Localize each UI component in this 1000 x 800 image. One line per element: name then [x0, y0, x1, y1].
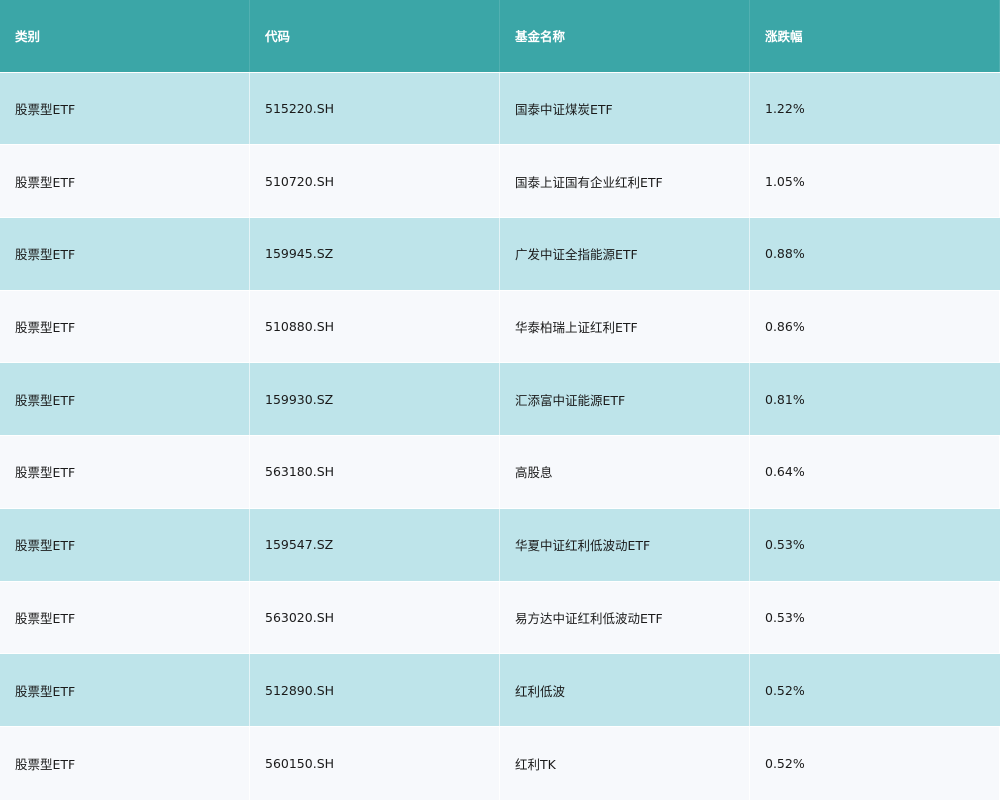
table-header-row: 类别 代码 基金名称 涨跌幅 [0, 0, 1000, 73]
cell-fund-name: 易方达中证红利低波动ETF [500, 581, 750, 654]
table-row[interactable]: 股票型ETF 515220.SH 国泰中证煤炭ETF 1.22% [0, 72, 1000, 146]
cell-category: 股票型ETF [0, 363, 250, 436]
table-row[interactable]: 股票型ETF 563180.SH 高股息 0.64% [0, 436, 1000, 509]
etf-table: 类别 代码 基金名称 涨跌幅 股票型ETF 515220.SH 国泰中证煤炭ET… [0, 0, 1000, 800]
cell-change: 1.22% [765, 101, 805, 117]
cell-fund-name: 国泰上证国有企业红利ETF [500, 145, 750, 218]
cell-change: 0.53% [765, 537, 805, 553]
table-row[interactable]: 股票型ETF 510880.SH 华泰柏瑞上证红利ETF 0.86% [0, 290, 1000, 364]
table-row[interactable]: 股票型ETF 560150.SH 红利TK 0.52% [0, 726, 1000, 800]
cell-category: 股票型ETF [0, 436, 250, 508]
cell-code: 159945.SZ [250, 218, 500, 290]
cell-change: 0.86% [750, 290, 1000, 363]
cell-category: 股票型ETF [0, 290, 250, 363]
cell-code: 159547.SZ [250, 508, 500, 581]
cell-code: 563180.SH [250, 436, 500, 508]
table-row[interactable]: 股票型ETF 159945.SZ 广发中证全指能源ETF 0.88% [0, 218, 1000, 291]
cell-code: 563020.SH [250, 581, 500, 654]
cell-category: 股票型ETF [0, 581, 250, 654]
cell-fund-name: 红利低波 [500, 654, 750, 726]
cell-code: 560150.SH [250, 726, 500, 800]
cell-fund-name: 广发中证全指能源ETF [500, 218, 750, 290]
cell-category: 股票型ETF [0, 508, 250, 581]
cell-category: 股票型ETF [0, 726, 250, 800]
cell-category: 股票型ETF [0, 145, 250, 218]
cell-code: 510720.SH [250, 145, 500, 218]
table-row[interactable]: 股票型ETF 159930.SZ 汇添富中证能源ETF 0.81% [0, 363, 1000, 437]
cell-fund-name: 汇添富中证能源ETF [500, 363, 750, 436]
cell-category: 股票型ETF [0, 654, 250, 726]
cell-category: 股票型ETF [0, 218, 250, 290]
cell-fund-name: 华夏中证红利低波动ETF [500, 508, 750, 581]
cell-change: 0.81% [765, 391, 805, 407]
cell-change: 1.05% [750, 145, 1000, 218]
cell-change: 0.52% [765, 682, 805, 698]
header-category[interactable]: 类别 [0, 0, 250, 72]
cell-code: 515220.SH [250, 72, 500, 145]
table-row[interactable]: 股票型ETF 510720.SH 国泰上证国有企业红利ETF 1.05% [0, 145, 1000, 219]
cell-code: 512890.SH [250, 654, 500, 726]
header-change[interactable]: 涨跌幅 [750, 0, 1000, 72]
cell-fund-name: 高股息 [500, 436, 750, 508]
cell-code: 510880.SH [250, 290, 500, 363]
table-row[interactable]: 股票型ETF 512890.SH 红利低波 0.52% [0, 654, 1000, 727]
cell-fund-name: 国泰中证煤炭ETF [500, 72, 750, 145]
header-fund-name[interactable]: 基金名称 [500, 0, 750, 72]
table-row[interactable]: 股票型ETF 159547.SZ 华夏中证红利低波动ETF 0.53% [0, 508, 1000, 582]
cell-fund-name: 红利TK [500, 726, 750, 800]
table-row[interactable]: 股票型ETF 563020.SH 易方达中证红利低波动ETF 0.53% [0, 581, 1000, 655]
cell-change: 0.88% [765, 246, 805, 262]
cell-change: 0.64% [750, 436, 1000, 508]
cell-fund-name: 华泰柏瑞上证红利ETF [500, 290, 750, 363]
cell-category: 股票型ETF [0, 72, 250, 145]
cell-change: 0.53% [750, 581, 1000, 654]
cell-code: 159930.SZ [250, 363, 500, 436]
header-code[interactable]: 代码 [250, 0, 500, 72]
cell-change: 0.52% [750, 726, 1000, 800]
